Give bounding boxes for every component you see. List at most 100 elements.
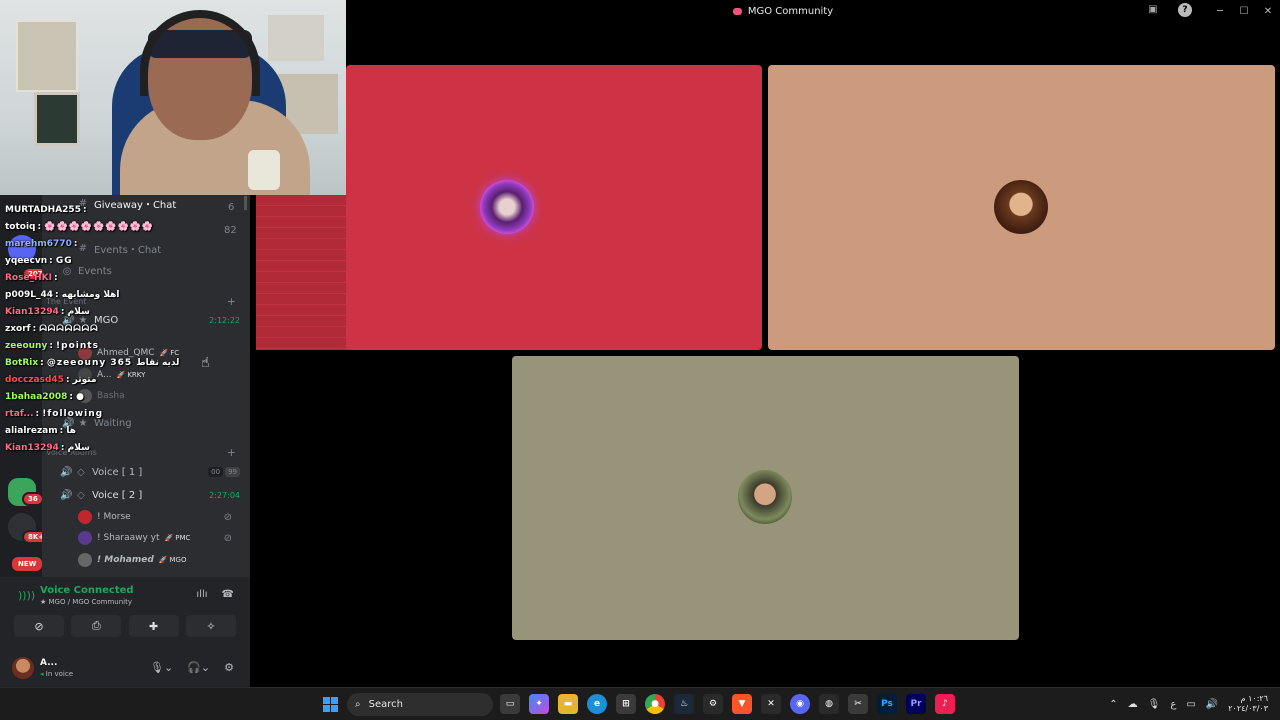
brave-icon[interactable]: ▼ (732, 694, 752, 714)
inbox-icon[interactable]: ▣ (1146, 3, 1160, 17)
premiere-icon[interactable]: Pr (906, 694, 926, 714)
window-title-text: MGO Community (747, 5, 834, 17)
headset (140, 10, 260, 96)
voice-user[interactable]: ! Sharaawy yt 🚀 PMC ⊘ (78, 529, 244, 547)
settings-icon[interactable]: ⚙ (703, 694, 723, 714)
diamond-icon: ◇ (77, 466, 85, 478)
cup (248, 150, 280, 190)
close-button[interactable]: ✕ (1256, 6, 1280, 17)
disconnect-icon[interactable]: ☎ (222, 589, 234, 600)
mouse-cursor: ☝ (201, 355, 210, 371)
voice-user[interactable]: Basha (78, 387, 125, 405)
diamond-icon: ◇ (77, 489, 85, 501)
user-controls: 🎙⌄ 🎧⌄ ⚙ (150, 661, 234, 674)
user-tag: 🚀 KRKY (116, 371, 146, 379)
voice-user[interactable]: A... 🚀 KRKY (78, 366, 145, 384)
video-tile[interactable] (512, 356, 1019, 640)
channel-label: Events・Chat (94, 244, 162, 256)
voice-channel-waiting[interactable]: 🔊 ★ Waiting (62, 414, 132, 432)
steam-icon[interactable]: ♨ (674, 694, 694, 714)
minimize-button[interactable]: ─ (1208, 6, 1232, 17)
category-the-event[interactable]: The Event + (46, 295, 236, 308)
add-channel-icon[interactable]: + (227, 295, 236, 308)
signal-icon[interactable]: )))) (18, 589, 35, 602)
new-badge: NEW (10, 555, 45, 573)
category-voice-rooms[interactable]: Voice Rooms + (46, 446, 236, 459)
copilot-icon[interactable]: ✦ (529, 694, 549, 714)
clock[interactable]: ١٠:٢٦ م ٢٠٢٤/٠٣/٠٣ (1228, 694, 1268, 714)
channel-events-chat[interactable]: # Events・Chat (78, 239, 161, 257)
language-indicator[interactable]: ع (1170, 699, 1176, 710)
activities-button[interactable]: ✚ (128, 615, 179, 637)
noise-suppression-icon[interactable]: ıllı (196, 589, 207, 600)
tiktok-icon[interactable]: ♪ (935, 694, 955, 714)
microphone-tray-icon[interactable]: 🎙 (1148, 699, 1161, 710)
voice-user[interactable]: ! Mohamed 🚀 MGO (78, 551, 244, 569)
chrome-icon[interactable]: ● (645, 694, 665, 714)
video-tile[interactable] (768, 65, 1275, 350)
star-icon: ★ (78, 314, 88, 326)
windows-logo-icon (323, 697, 330, 704)
voice-user[interactable]: Ahmed_QMC 🚀 FC (78, 344, 179, 362)
file-explorer-icon[interactable]: ▬ (558, 694, 578, 714)
voice-channel-2[interactable]: 🔊 ◇ Voice [ 2 ] 2:27:04 (60, 486, 240, 504)
server-icon[interactable] (8, 235, 36, 263)
voice-channel-mgo[interactable]: 🔊 ★ MGO 2:12:22 (62, 311, 240, 329)
chevron-up-icon[interactable]: ⌃ (1109, 699, 1117, 710)
headphones-icon[interactable]: 🎧⌄ (187, 661, 210, 674)
voice-timer: 2:27:04 (209, 490, 240, 500)
settings-gear-icon[interactable]: ⚙ (224, 661, 234, 674)
user-panel: A... ◂ In voice 🎙⌄ 🎧⌄ ⚙ (0, 647, 250, 687)
channel-giveaway-chat[interactable]: # Giveaway・Chat (78, 195, 177, 212)
voice-status[interactable]: Voice Connected (40, 585, 134, 596)
add-channel-icon[interactable]: + (227, 446, 236, 459)
screen-share-button[interactable]: ⎙ (71, 615, 122, 637)
user-tag: 🚀 PMC (164, 534, 191, 542)
soundboard-button[interactable]: ✧ (185, 615, 236, 637)
webcam-overlay (0, 0, 346, 195)
voice-user[interactable]: ! Morse ⊘ (78, 508, 244, 526)
taskbar-search[interactable]: ⌕ Search (347, 693, 493, 716)
start-button[interactable] (323, 697, 338, 712)
camera-off-icon: ⊘ (34, 619, 44, 633)
avatar (78, 346, 92, 360)
taskbar: ⌕ Search ▭ ✦ ▬ e ⊞ ● ♨ ⚙ ▼ ✕ ◉ ◍ ✂ Ps Pr… (0, 687, 1280, 720)
muted-icon: ⊘ (223, 511, 232, 523)
edge-icon[interactable]: e (587, 694, 607, 714)
avatar (78, 368, 92, 382)
camera-button[interactable]: ⊘ (14, 615, 64, 637)
participant-avatar (738, 470, 792, 524)
voice-user-name: ! Mohamed (97, 555, 154, 565)
task-view-icon[interactable]: ▭ (500, 694, 520, 714)
category-label: Voice Rooms (46, 448, 97, 457)
user-avatar[interactable] (12, 657, 34, 679)
voice-action-buttons: ⊘ ⎙ ✚ ✧ (14, 615, 236, 637)
speaker-icon: 🔊 (62, 314, 75, 326)
capcut-icon[interactable]: ✕ (761, 694, 781, 714)
scrollbar-thumb[interactable] (244, 196, 247, 210)
obs-icon[interactable]: ◍ (819, 694, 839, 714)
voice-timer: 2:12:22 (209, 315, 240, 325)
mention-badge: 6 (228, 201, 235, 213)
discord-icon[interactable]: ◉ (790, 694, 810, 714)
channel-label: MGO (94, 314, 119, 326)
mention-badge: 82 (224, 224, 237, 236)
help-icon[interactable]: ? (1178, 3, 1192, 17)
channel-events[interactable]: ◎ Events (62, 262, 112, 280)
windows-logo-icon (323, 705, 330, 712)
avatar (78, 531, 92, 545)
user-name[interactable]: A... (40, 658, 57, 668)
video-tile[interactable] (346, 65, 762, 350)
photoshop-icon[interactable]: Ps (877, 694, 897, 714)
user-limit-value: 99 (225, 467, 240, 477)
voice-user-name: ! Sharaawy yt (97, 533, 160, 543)
voice-location[interactable]: ★ MGO / MGO Community (40, 598, 132, 606)
store-icon[interactable]: ⊞ (616, 694, 636, 714)
volume-icon[interactable]: 🔊 (1206, 699, 1218, 710)
snipping-tool-icon[interactable]: ✂ (848, 694, 868, 714)
cloud-icon[interactable]: ☁ (1128, 699, 1138, 710)
maximize-button[interactable]: ☐ (1232, 6, 1256, 17)
voice-channel-1[interactable]: 🔊 ◇ Voice [ 1 ] 00 99 (60, 463, 240, 481)
microphone-icon[interactable]: 🎙⌄ (150, 661, 173, 674)
network-icon[interactable]: ▭ (1186, 699, 1195, 710)
